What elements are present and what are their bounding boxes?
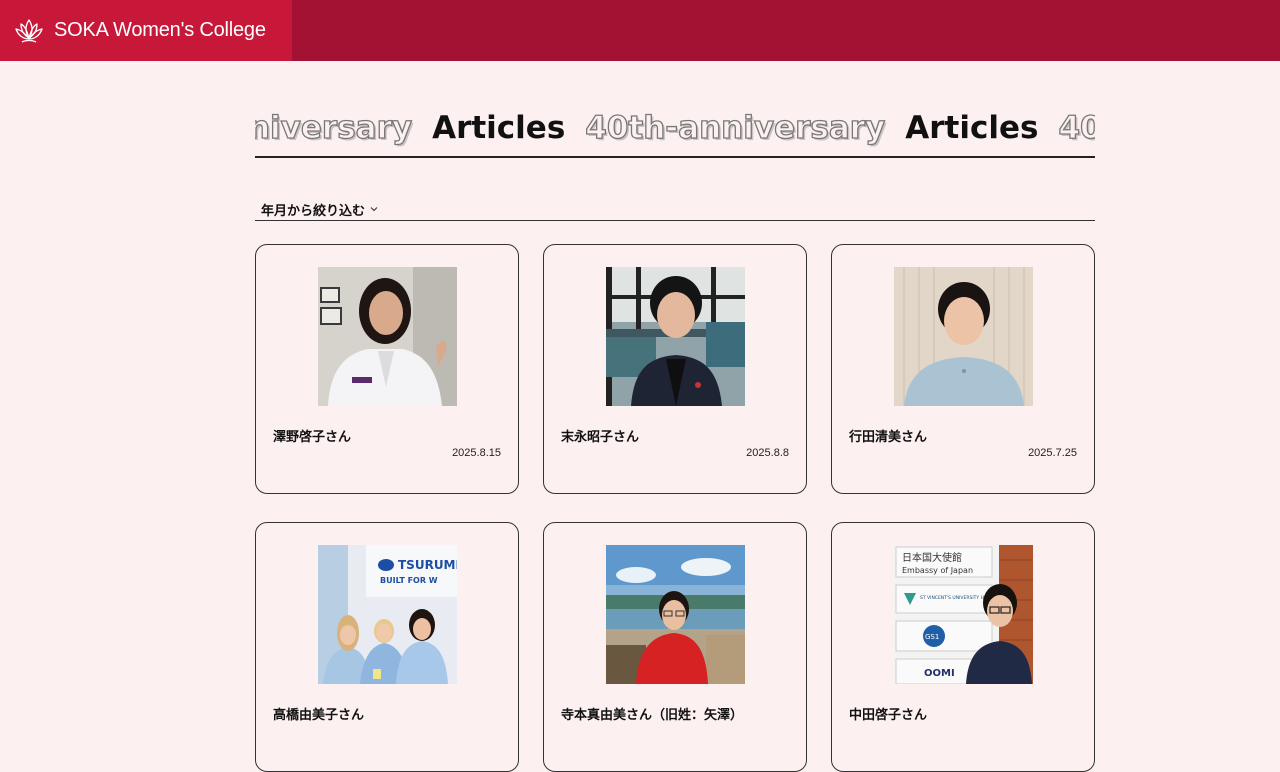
photo-sign-embassy-jp: 日本国大使館	[902, 551, 962, 564]
article-photo	[606, 545, 745, 684]
article-name: 中田啓子さん	[849, 707, 928, 722]
article-photo	[894, 267, 1033, 406]
article-name: 寺本真由美さん（旧姓：矢澤）	[561, 707, 744, 722]
title-divider	[255, 156, 1095, 158]
article-card[interactable]: 寺本真由美さん（旧姓：矢澤）	[543, 522, 807, 772]
article-photo	[318, 267, 457, 406]
marquee-word-outline: anniversary	[255, 109, 413, 146]
article-card[interactable]: TSURUMI P BUILT FOR W 高橋由美子さん	[255, 522, 519, 772]
article-name: 澤野啓子さん	[273, 429, 352, 444]
lotus-icon	[15, 18, 43, 43]
article-card[interactable]: 澤野啓子さん 2025.8.15	[255, 244, 519, 494]
marquee-word-outline: 40th-anniversary	[585, 109, 886, 146]
article-photo: 日本国大使館 Embassy of Japan ST VINCENT'S UNI…	[894, 545, 1033, 684]
article-name: 末永昭子さん	[561, 429, 640, 444]
article-photo	[606, 267, 745, 406]
article-card[interactable]: 行田清美さん 2025.7.25	[831, 244, 1095, 494]
brand-home-link[interactable]: SOKA Women's College	[0, 0, 292, 61]
month-filter-dropdown[interactable]: 年月から絞り込む	[261, 200, 378, 218]
article-date: 2025.8.15	[452, 447, 501, 459]
brand-title: SOKA Women's College	[54, 19, 266, 41]
photo-sign-slogan: BUILT FOR W	[380, 576, 438, 585]
marquee-word-solid: Articles	[905, 110, 1039, 146]
site-header: SOKA Women's College	[0, 0, 1280, 61]
chevron-down-icon	[370, 207, 378, 212]
article-photo: TSURUMI P BUILT FOR W	[318, 545, 457, 684]
filter-divider	[255, 220, 1095, 221]
photo-sign-oomi: OOMI	[924, 668, 955, 679]
article-name: 高橋由美子さん	[273, 707, 365, 722]
marquee-word-outline: 40th-anniversary	[1058, 109, 1095, 146]
photo-sign-embassy-en: Embassy of Japan	[902, 566, 973, 575]
article-date: 2025.7.25	[1028, 447, 1077, 459]
article-card[interactable]: 末永昭子さん 2025.8.8	[543, 244, 807, 494]
photo-sign-company: TSURUMI P	[398, 558, 457, 572]
article-card[interactable]: 日本国大使館 Embassy of Japan ST VINCENT'S UNI…	[831, 522, 1095, 772]
filter-label: 年月から絞り込む	[261, 202, 366, 218]
articles-marquee: anniversary Articles 40th-anniversary Ar…	[255, 103, 1095, 153]
article-date: 2025.8.8	[746, 447, 789, 459]
article-name: 行田清美さん	[849, 429, 928, 444]
photo-sign-gs1: GS1	[925, 633, 939, 641]
marquee-word-solid: Articles	[432, 110, 566, 146]
